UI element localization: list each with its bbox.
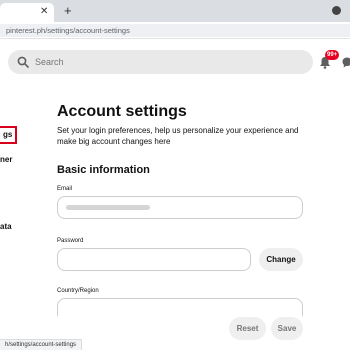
browser-tab-strip: ✕ + xyxy=(0,0,350,22)
search-bar[interactable] xyxy=(8,50,313,74)
status-bar-link: h/settings/account-settings xyxy=(0,339,83,350)
url-text: pinterest.ph/settings/account-settings xyxy=(6,26,130,35)
change-password-button[interactable]: Change xyxy=(259,248,303,271)
sidebar-item-label: ner xyxy=(0,155,13,164)
email-label: Email xyxy=(57,186,73,192)
new-tab-icon[interactable]: + xyxy=(64,4,72,18)
tabs-menu-icon[interactable] xyxy=(332,6,341,15)
email-field[interactable] xyxy=(57,196,303,219)
reset-button[interactable]: Reset xyxy=(229,317,266,340)
country-label: Country/Region xyxy=(57,288,99,294)
password-field[interactable] xyxy=(57,248,251,271)
sidebar-item-label: ata xyxy=(0,222,12,231)
messages-icon[interactable] xyxy=(342,57,350,68)
address-bar: pinterest.ph/settings/account-settings xyxy=(0,22,350,39)
country-select[interactable] xyxy=(57,298,303,316)
sidebar-item-3[interactable]: ata xyxy=(0,222,12,232)
page-subtitle: Set your login preferences, help us pers… xyxy=(57,126,299,146)
search-icon xyxy=(17,56,29,68)
close-icon[interactable]: ✕ xyxy=(40,6,48,18)
sidebar-item-label: gs xyxy=(3,130,13,139)
redacted-email-value xyxy=(66,205,150,210)
browser-tab[interactable]: ✕ xyxy=(0,3,54,22)
notification-badge: 99+ xyxy=(325,50,340,60)
page-title: Account settings xyxy=(57,103,187,120)
search-input[interactable] xyxy=(35,55,295,69)
save-button[interactable]: Save xyxy=(271,317,303,340)
sidebar-item-2[interactable]: ner xyxy=(0,155,12,165)
url-field[interactable]: pinterest.ph/settings/account-settings xyxy=(0,24,350,37)
password-label: Password xyxy=(57,238,84,244)
section-title: Basic information xyxy=(57,164,150,176)
sidebar-item-account-settings[interactable]: gs xyxy=(0,126,18,144)
